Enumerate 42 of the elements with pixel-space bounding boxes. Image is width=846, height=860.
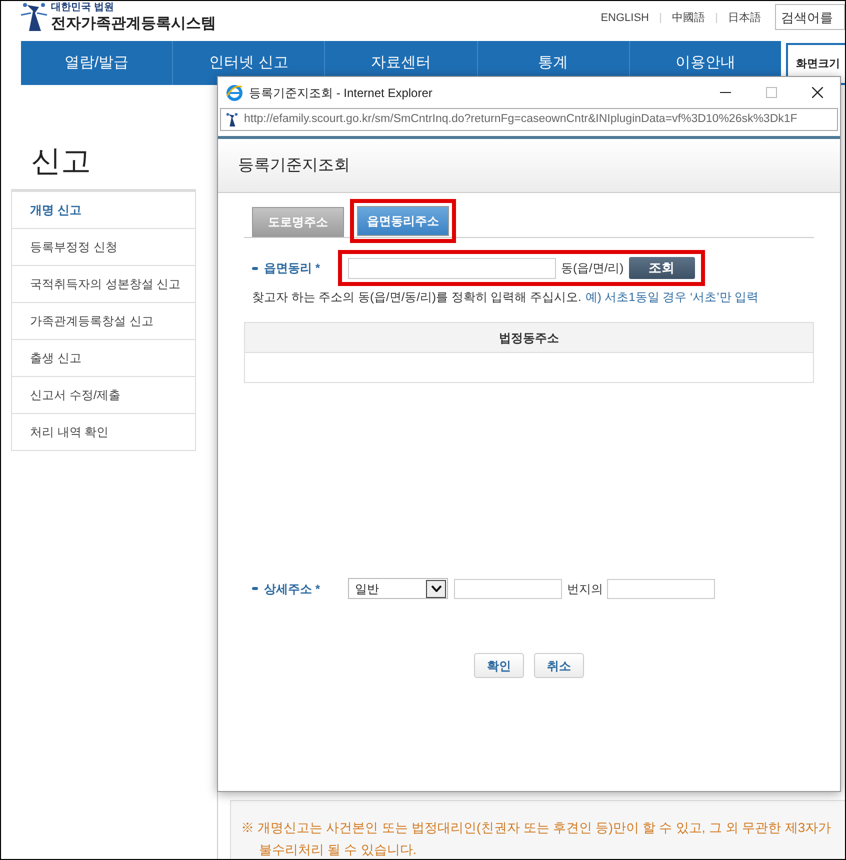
sidebar-item[interactable]: 개명 신고 bbox=[12, 192, 195, 229]
search-button[interactable]: 조회 bbox=[628, 257, 695, 279]
notice-text: ※ 개명신고는 사건본인 또는 법정대리인(친권자 또는 후견인 등)만이 할 수 있고, 그 외 무관한 제3자가 bbox=[241, 819, 832, 837]
field-label: 읍면동리 * bbox=[264, 260, 322, 277]
sidebar-item[interactable]: 국적취득자의 성본창설 신고 bbox=[12, 266, 195, 303]
unit-label: 동(읍/면/리) bbox=[561, 260, 624, 277]
browser-e-icon bbox=[226, 84, 243, 101]
window-title: 등록기준지조회 - Internet Explorer bbox=[249, 84, 432, 102]
sidebar-item[interactable]: 등록부정정 신청 bbox=[12, 229, 195, 266]
sidebar-item[interactable]: 처리 내역 확인 bbox=[12, 414, 195, 451]
court-logo-icon bbox=[225, 112, 239, 128]
url-text: http://efamily.scourt.go.kr/sm/SmCntrInq.do?returnFg=caseownCntr&INIpluginData=vf%3D10%26sk%3Dk1F bbox=[244, 112, 798, 127]
close-icon bbox=[812, 87, 822, 98]
site-title[interactable]: 전자가족관계등록시스템 bbox=[51, 16, 216, 31]
lot-number-field[interactable] bbox=[454, 578, 562, 598]
dialog-button[interactable]: 확인 bbox=[474, 653, 524, 678]
sidebar-item[interactable]: 가족관계등록창설 신고 bbox=[12, 303, 195, 340]
language-link[interactable]: 中國語 bbox=[672, 10, 705, 26]
example-text: 예) 서초1동일 경우 ‘서초’만 입력 bbox=[585, 289, 759, 306]
dialog-heading: 등록기준지조회 bbox=[238, 156, 350, 176]
maximize-icon bbox=[766, 87, 776, 98]
sidebar-item[interactable]: 신고서 수정/제출 bbox=[12, 377, 195, 414]
sidebar-item[interactable]: 출생 신고 bbox=[12, 340, 195, 377]
language-link[interactable]: ENGLISH bbox=[600, 10, 649, 26]
search-field[interactable]: 검색어를 bbox=[775, 4, 845, 30]
minimize-icon bbox=[720, 92, 730, 94]
address-type-select[interactable]: 일반 bbox=[348, 578, 448, 599]
address-input-field[interactable] bbox=[348, 258, 556, 278]
nav-menu-item[interactable]: 열람/발급 bbox=[21, 41, 172, 85]
caret-icon bbox=[430, 585, 442, 592]
field-label: 상세주소 * bbox=[264, 580, 322, 598]
section-title: 신고 bbox=[30, 144, 92, 180]
org-name: 대한민국 법원 bbox=[51, 3, 115, 13]
column-header: 법정동주소 bbox=[498, 330, 560, 346]
hint-text: 찾고자 하는 주소의 동(읍/면/동/리)를 정확히 입력해 주십시오. bbox=[252, 289, 582, 306]
sub-number-field[interactable] bbox=[607, 578, 715, 598]
court-logo-icon bbox=[19, 1, 49, 33]
language-link[interactable]: 日本語 bbox=[728, 10, 761, 26]
address-bar[interactable]: http://efamily.scourt.go.kr/sm/SmCntrInq.do?returnFg=caseownCntr&INIpluginData=vf%3D10%26sk%3Dk1F bbox=[220, 108, 838, 131]
notice-text: 불수리처리 될 수 있습니다. bbox=[258, 841, 418, 859]
field-text: 번지의 bbox=[567, 580, 603, 598]
dialog-button[interactable]: 취소 bbox=[534, 653, 584, 678]
